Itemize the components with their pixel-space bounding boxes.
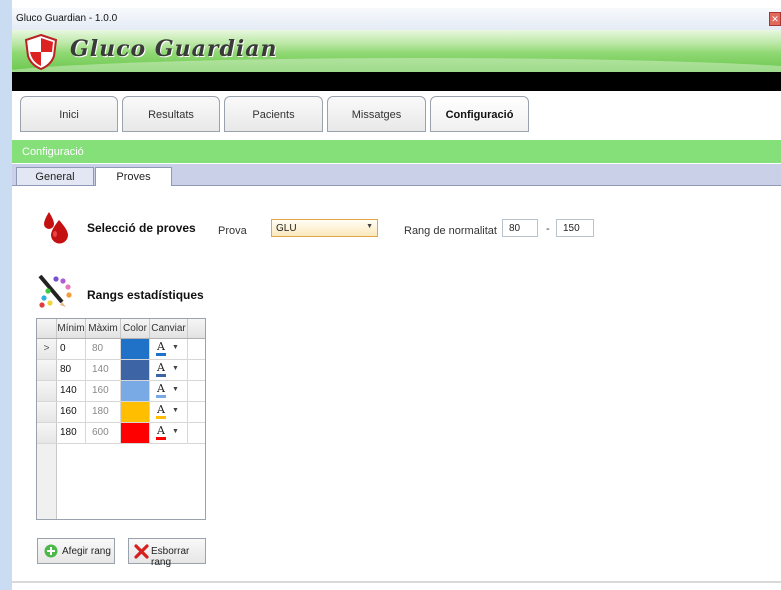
rang-normalitat-label: Rang de normalitat <box>404 225 497 237</box>
app-window: Gluco Guardian - 1.0.0 ✕ Gluco Guardian … <box>0 0 781 590</box>
cell-maxim[interactable]: 180 <box>86 402 121 422</box>
cell-color-swatch <box>121 381 150 401</box>
subtab-general[interactable]: General <box>16 167 94 185</box>
col-header-maxim[interactable]: Màxim <box>86 319 121 338</box>
color-underline <box>156 353 166 356</box>
cell-color-swatch <box>121 360 150 380</box>
rang-max-input[interactable]: 150 <box>556 219 594 237</box>
chevron-down-icon: ▼ <box>172 386 179 393</box>
table-row[interactable]: 140 160 A ▼ <box>37 381 205 402</box>
row-selector[interactable] <box>37 381 57 401</box>
font-color-icon: A <box>157 424 165 437</box>
cell-minim[interactable]: 160 <box>57 402 86 422</box>
chevron-down-icon: ▼ <box>172 365 179 372</box>
rang-max-value: 150 <box>563 223 580 234</box>
col-header-canviar[interactable]: Canviar <box>150 319 188 338</box>
row-header-empty-area <box>37 444 57 519</box>
font-color-icon: A <box>157 340 165 353</box>
row-selector[interactable] <box>37 423 57 443</box>
table-row[interactable]: > 0 80 A ▼ <box>37 339 205 360</box>
rangs-grid: Mínim Màxim Color Canviar > 0 80 A ▼ 80 … <box>36 318 206 520</box>
prova-label: Prova <box>218 225 247 237</box>
font-color-picker[interactable]: A ▼ <box>150 402 188 422</box>
shield-logo-icon <box>24 34 58 70</box>
palette-pencil-icon <box>38 274 72 308</box>
color-underline <box>156 395 166 398</box>
chevron-down-icon: ▼ <box>172 344 179 351</box>
chevron-down-icon: ▼ <box>366 223 373 230</box>
proves-panel: Selecció de proves Prova GLU ▼ Rang de n… <box>12 186 781 581</box>
window-title: Gluco Guardian - 1.0.0 <box>16 13 118 24</box>
delete-range-label: Esborrar rang <box>151 546 190 568</box>
font-color-icon: A <box>157 382 165 395</box>
font-color-picker[interactable]: A ▼ <box>150 423 188 443</box>
prova-select[interactable]: GLU ▼ <box>271 219 378 237</box>
color-underline <box>156 416 166 419</box>
rang-min-input[interactable]: 80 <box>502 219 538 237</box>
font-color-picker[interactable]: A ▼ <box>150 360 188 380</box>
cell-color-swatch <box>121 402 150 422</box>
tab-resultats[interactable]: Resultats <box>122 96 220 132</box>
col-header-color[interactable]: Color <box>121 319 150 338</box>
cell-maxim[interactable]: 600 <box>86 423 121 443</box>
cell-minim[interactable]: 80 <box>57 360 86 380</box>
cell-color-swatch <box>121 339 150 359</box>
tab-missatges[interactable]: Missatges <box>327 96 426 132</box>
cell-minim[interactable]: 0 <box>57 339 86 359</box>
font-color-icon: A <box>157 403 165 416</box>
grid-header: Mínim Màxim Color Canviar <box>37 319 205 339</box>
panel-bottom-border <box>12 581 781 583</box>
add-range-label: Afegir rang <box>62 546 111 557</box>
font-color-picker[interactable]: A ▼ <box>150 381 188 401</box>
red-x-icon <box>134 544 149 559</box>
subtab-proves[interactable]: Proves <box>95 167 172 186</box>
table-row[interactable]: 160 180 A ▼ <box>37 402 205 423</box>
blood-drop-icon <box>44 212 68 244</box>
brand-wordmark: Gluco Guardian <box>70 36 278 62</box>
font-color-icon: A <box>157 361 165 374</box>
prova-select-value: GLU <box>276 223 297 234</box>
window-left-border <box>0 0 12 590</box>
row-selector[interactable]: > <box>37 339 57 359</box>
tab-inici[interactable]: Inici <box>20 96 118 132</box>
col-header-minim[interactable]: Mínim <box>57 319 86 338</box>
chevron-down-icon: ▼ <box>172 407 179 414</box>
table-row[interactable]: 80 140 A ▼ <box>37 360 205 381</box>
cell-maxim[interactable]: 80 <box>86 339 121 359</box>
grid-header-corner <box>37 319 57 338</box>
rang-separator: - <box>546 223 550 235</box>
cell-color-swatch <box>121 423 150 443</box>
tab-pacients[interactable]: Pacients <box>224 96 323 132</box>
rang-min-value: 80 <box>509 223 521 234</box>
col-header-filler <box>188 319 205 338</box>
plus-circle-icon <box>44 544 58 558</box>
sub-tab-bar: General Proves <box>12 164 781 186</box>
section-title: Configuració <box>22 146 84 158</box>
rangs-estadistiques-heading: Rangs estadístiques <box>87 288 204 302</box>
title-bar: Gluco Guardian - 1.0.0 ✕ <box>12 8 781 31</box>
cell-maxim[interactable]: 160 <box>86 381 121 401</box>
section-header: Configuració <box>12 140 781 163</box>
add-range-button[interactable]: Afegir rang <box>37 538 115 564</box>
header-black-bar <box>12 72 781 91</box>
row-selector[interactable] <box>37 360 57 380</box>
color-underline <box>156 437 166 440</box>
cell-minim[interactable]: 140 <box>57 381 86 401</box>
font-color-picker[interactable]: A ▼ <box>150 339 188 359</box>
cell-maxim[interactable]: 140 <box>86 360 121 380</box>
close-icon[interactable]: ✕ <box>769 12 781 26</box>
table-row[interactable]: 180 600 A ▼ <box>37 423 205 444</box>
row-selector[interactable] <box>37 402 57 422</box>
delete-range-button[interactable]: Esborrar rang <box>128 538 206 568</box>
color-underline <box>156 374 166 377</box>
chevron-down-icon: ▼ <box>172 428 179 435</box>
seleccio-proves-heading: Selecció de proves <box>87 221 196 235</box>
app-banner: Gluco Guardian <box>12 30 781 72</box>
tab-configuracio[interactable]: Configuració <box>430 96 529 132</box>
cell-minim[interactable]: 180 <box>57 423 86 443</box>
main-tab-bar: Inici Resultats Pacients Missatges Confi… <box>12 91 781 137</box>
